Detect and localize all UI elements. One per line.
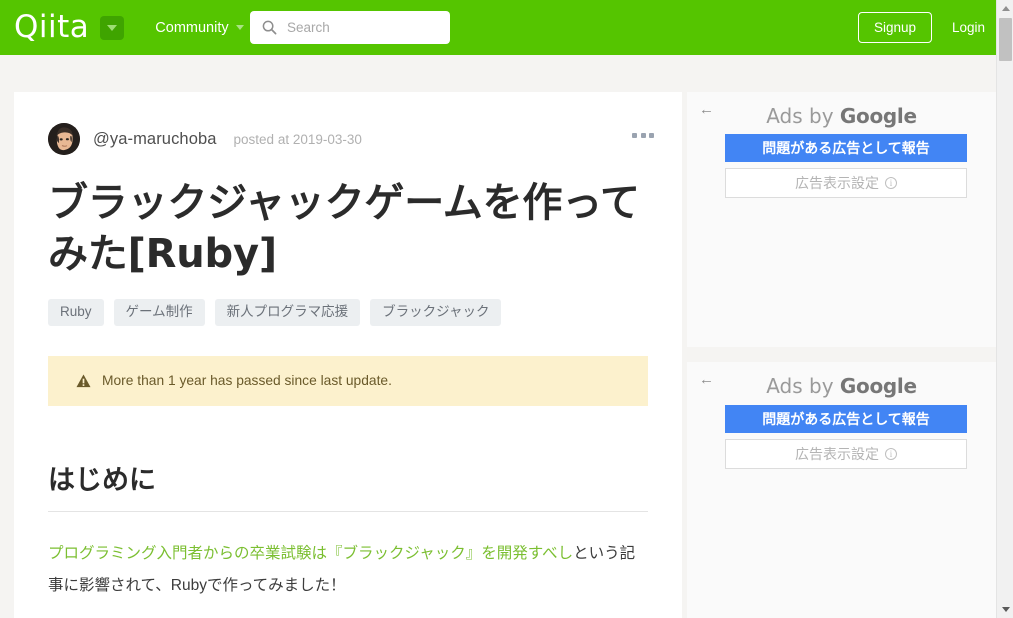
ads-by-google-label: Ads by Google	[687, 374, 996, 398]
ad-settings-label: 広告表示設定	[795, 175, 879, 191]
chevron-down-icon	[235, 25, 244, 30]
search-icon	[262, 20, 277, 35]
tag-item[interactable]: ブラックジャック	[370, 299, 502, 326]
browser-viewport: Qiita Community Search Signup Login @ya-…	[0, 0, 1013, 618]
ad-settings-button[interactable]: 広告表示設定 i	[725, 439, 967, 469]
signup-button[interactable]: Signup	[858, 12, 932, 43]
chevron-down-icon	[107, 24, 118, 31]
nav-community-label: Community	[155, 19, 229, 36]
signup-label: Signup	[873, 20, 917, 35]
ad-panel: ← Ads by Google 問題がある広告として報告 広告表示設定 i	[687, 92, 996, 347]
scrollbar-thumb[interactable]	[999, 18, 1012, 61]
tag-item[interactable]: ゲーム制作	[113, 299, 205, 326]
page-content: Qiita Community Search Signup Login @ya-…	[0, 0, 996, 618]
tag-list: Ruby ゲーム制作 新人プログラマ応援 ブラックジャック	[48, 299, 648, 326]
warning-triangle-icon	[76, 374, 91, 388]
article-reference-link[interactable]: プログラミング入門者からの卒業試験は『ブラックジャック』を開発すべし	[48, 545, 573, 562]
stale-notice-text: More than 1 year has passed since last u…	[102, 373, 392, 389]
login-button[interactable]: Login	[952, 12, 985, 43]
article-body-paragraph: プログラミング入門者からの卒業試験は『ブラックジャック』を開発すべしという記事に…	[48, 538, 648, 602]
dot	[649, 133, 654, 138]
dot	[632, 133, 637, 138]
dot	[640, 133, 646, 138]
google-wordmark: Google	[839, 374, 917, 398]
triangle-down-icon	[1001, 607, 1010, 612]
search-input[interactable]: Search	[250, 11, 450, 44]
article-inner: @ya-maruchoba posted at 2019-03-30 ブラックジ…	[14, 92, 682, 601]
tag-item[interactable]: Ruby	[48, 299, 104, 326]
author-name[interactable]: @ya-maruchoba	[93, 130, 217, 149]
site-header: Qiita Community Search Signup Login	[0, 0, 996, 55]
scroll-down-button[interactable]	[997, 601, 1013, 618]
nav-community[interactable]: Community	[155, 19, 244, 36]
scroll-up-button[interactable]	[997, 0, 1013, 17]
login-label: Login	[951, 20, 985, 35]
ad-settings-label: 広告表示設定	[795, 446, 879, 462]
ad-settings-button[interactable]: 広告表示設定 i	[725, 168, 967, 198]
report-ad-label: 問題がある広告として報告	[762, 411, 930, 427]
article-card: @ya-maruchoba posted at 2019-03-30 ブラックジ…	[14, 92, 682, 618]
ads-by-prefix: Ads by	[766, 104, 840, 128]
google-wordmark: Google	[839, 104, 917, 128]
report-ad-button[interactable]: 問題がある広告として報告	[725, 405, 967, 433]
site-logo[interactable]: Qiita	[14, 9, 125, 45]
stale-article-notice: More than 1 year has passed since last u…	[48, 355, 648, 406]
ads-by-prefix: Ads by	[766, 374, 840, 398]
search-placeholder: Search	[287, 20, 330, 35]
report-ad-button[interactable]: 問題がある広告として報告	[725, 134, 967, 162]
ads-by-google-label: Ads by Google	[687, 104, 996, 128]
section-heading: はじめに	[48, 458, 648, 512]
logo-text: Qiita	[14, 9, 90, 45]
article-author-row: @ya-maruchoba posted at 2019-03-30	[48, 122, 654, 156]
info-icon: i	[885, 177, 897, 189]
info-icon: i	[885, 448, 897, 460]
vertical-scrollbar[interactable]	[996, 0, 1013, 618]
triangle-up-icon	[1001, 6, 1010, 11]
avatar[interactable]	[48, 123, 80, 155]
report-ad-label: 問題がある広告として報告	[762, 140, 930, 156]
logo-dropdown-button[interactable]	[100, 15, 125, 40]
ellipsis-icon[interactable]	[632, 133, 654, 138]
tag-item[interactable]: 新人プログラマ応援	[214, 299, 361, 326]
posted-at: posted at 2019-03-30	[233, 131, 362, 147]
page-title: ブラックジャックゲームを作ってみた[Ruby]	[48, 180, 640, 278]
ad-panel: ← Ads by Google 問題がある広告として報告 広告表示設定 i	[687, 362, 996, 618]
